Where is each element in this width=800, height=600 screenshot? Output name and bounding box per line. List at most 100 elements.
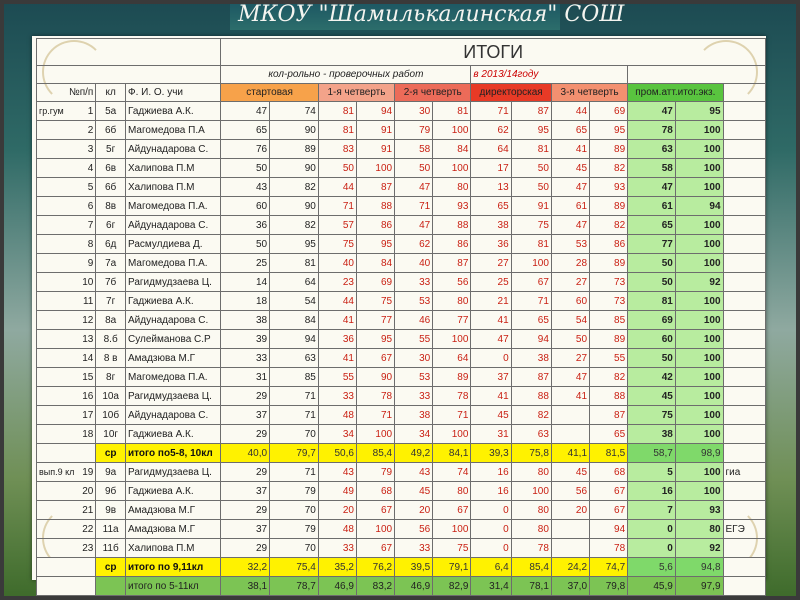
class-cell: 8в: [95, 196, 126, 216]
value-cell: 33: [394, 386, 434, 406]
row-number: 5: [35, 177, 97, 197]
row-number: вып.9 кл 19: [35, 462, 97, 482]
value-cell: 50: [627, 253, 676, 273]
value-cell: 21: [470, 291, 512, 311]
value-cell: 81: [432, 101, 472, 121]
value-cell: 38: [470, 215, 512, 235]
value-cell: 50: [394, 158, 434, 178]
value-cell: 86: [355, 215, 396, 235]
summary-value: 31,4: [470, 576, 512, 596]
value-cell: 43: [220, 177, 271, 197]
value-cell: 81: [510, 139, 552, 159]
class-cell: 7а: [95, 253, 126, 273]
value-cell: 80: [432, 481, 472, 501]
value-cell: 60: [220, 196, 271, 216]
value-cell: [550, 538, 591, 558]
value-cell: 95: [355, 329, 396, 349]
school-title-banner: МКОУ "Шамилькалинская" СОШ: [230, 0, 624, 30]
value-cell: 65: [510, 310, 552, 330]
empty-cell: [722, 177, 767, 197]
value-cell: 87: [355, 177, 396, 197]
empty-cell: [722, 481, 767, 501]
value-cell: 31: [470, 424, 512, 444]
value-cell: 0: [470, 348, 512, 368]
teacher-cell: Айдунадарова С.: [124, 215, 222, 235]
value-cell: 63: [510, 424, 552, 444]
class-cell: 6б: [95, 120, 126, 140]
value-cell: 50: [220, 158, 271, 178]
table-row: гр.гум 1 5а Гаджиева А.К. 47 74 81 94 30 81 71 87 44…: [35, 101, 767, 121]
value-cell: 43: [317, 462, 357, 482]
teacher-cell: Амадзюва М.Г: [124, 348, 222, 368]
value-cell: 80: [510, 519, 552, 539]
class-cell: 10г: [95, 424, 126, 444]
col-header-director: директорская: [470, 83, 552, 102]
value-cell: 77: [355, 310, 396, 330]
value-cell: 79: [269, 519, 319, 539]
summary-value: 97,9: [674, 576, 724, 596]
empty-cell: [722, 386, 767, 406]
summary-row: ср итого по 9,11кл 32,2 75,4 35,2 76,2 39,5 79,…: [35, 557, 767, 577]
value-cell: 40: [317, 253, 357, 273]
value-cell: 100: [674, 367, 724, 387]
value-cell: 38: [510, 348, 552, 368]
value-cell: 100: [355, 519, 396, 539]
summary-value: 74,7: [589, 557, 629, 577]
value-cell: 81: [510, 234, 552, 254]
value-cell: 90: [269, 158, 319, 178]
value-cell: 81: [317, 101, 357, 121]
row-number: 7: [35, 215, 97, 235]
value-cell: 81: [317, 120, 357, 140]
value-cell: 82: [269, 215, 319, 235]
class-cell: 8а: [95, 310, 126, 330]
value-cell: 78: [589, 538, 629, 558]
value-cell: 5: [627, 462, 676, 482]
value-cell: 67: [589, 481, 629, 501]
value-cell: 89: [432, 367, 472, 387]
empty-cell: [722, 557, 767, 577]
col-header-start: стартовая: [220, 83, 319, 102]
table-row: 22 11а Амадзюва М.Г 37 79 48 100 56 100 0 80 94 0 80 Е…: [35, 519, 767, 539]
school-year: в 2013/14году: [470, 65, 629, 84]
table-row: 14 8 в Амадзюва М.Г 33 63 41 67 30 64 0 38 27 55 50 10…: [35, 348, 767, 368]
class-cell: 9в: [95, 500, 126, 520]
row-number: 12: [35, 310, 97, 330]
value-cell: 81: [627, 291, 676, 311]
group-label: гр.гум: [39, 105, 64, 116]
value-cell: 71: [355, 405, 396, 425]
value-cell: 71: [269, 462, 319, 482]
empty-cell: [722, 405, 767, 425]
summary-label: итого по5-8, 10кл: [124, 443, 222, 463]
value-cell: 80: [510, 462, 552, 482]
value-cell: 29: [220, 500, 271, 520]
class-cell: 8.б: [95, 329, 126, 349]
value-cell: 84: [355, 253, 396, 273]
summary-value: 37,0: [550, 576, 591, 596]
value-cell: 88: [589, 386, 629, 406]
teacher-cell: Халипова П.М: [124, 538, 222, 558]
col-header-q2: 2-я четверть: [394, 83, 472, 102]
value-cell: 0: [627, 519, 676, 539]
value-cell: 81: [269, 253, 319, 273]
summary-value: 79,7: [269, 443, 319, 463]
value-cell: 82: [510, 405, 552, 425]
value-cell: 69: [589, 101, 629, 121]
empty-cell: [722, 253, 767, 273]
row-number: 22: [35, 519, 97, 539]
value-cell: 53: [550, 234, 591, 254]
value-cell: 100: [432, 424, 472, 444]
value-cell: 50: [510, 177, 552, 197]
summary-value: 94,8: [674, 557, 724, 577]
value-cell: 67: [355, 500, 396, 520]
summary-class: ср: [95, 443, 126, 463]
value-cell: 77: [432, 310, 472, 330]
value-cell: 70: [269, 500, 319, 520]
value-cell: 60: [627, 329, 676, 349]
teacher-cell: Айдунадарова С.: [124, 139, 222, 159]
value-cell: 65: [470, 196, 512, 216]
value-cell: 61: [550, 196, 591, 216]
table-row: 6 8в Магомедова П.А. 60 90 71 88 71 93 65 91 61 89 61…: [35, 196, 767, 216]
value-cell: 56: [550, 481, 591, 501]
summary-value: 50,6: [317, 443, 357, 463]
value-cell: 56: [394, 519, 434, 539]
